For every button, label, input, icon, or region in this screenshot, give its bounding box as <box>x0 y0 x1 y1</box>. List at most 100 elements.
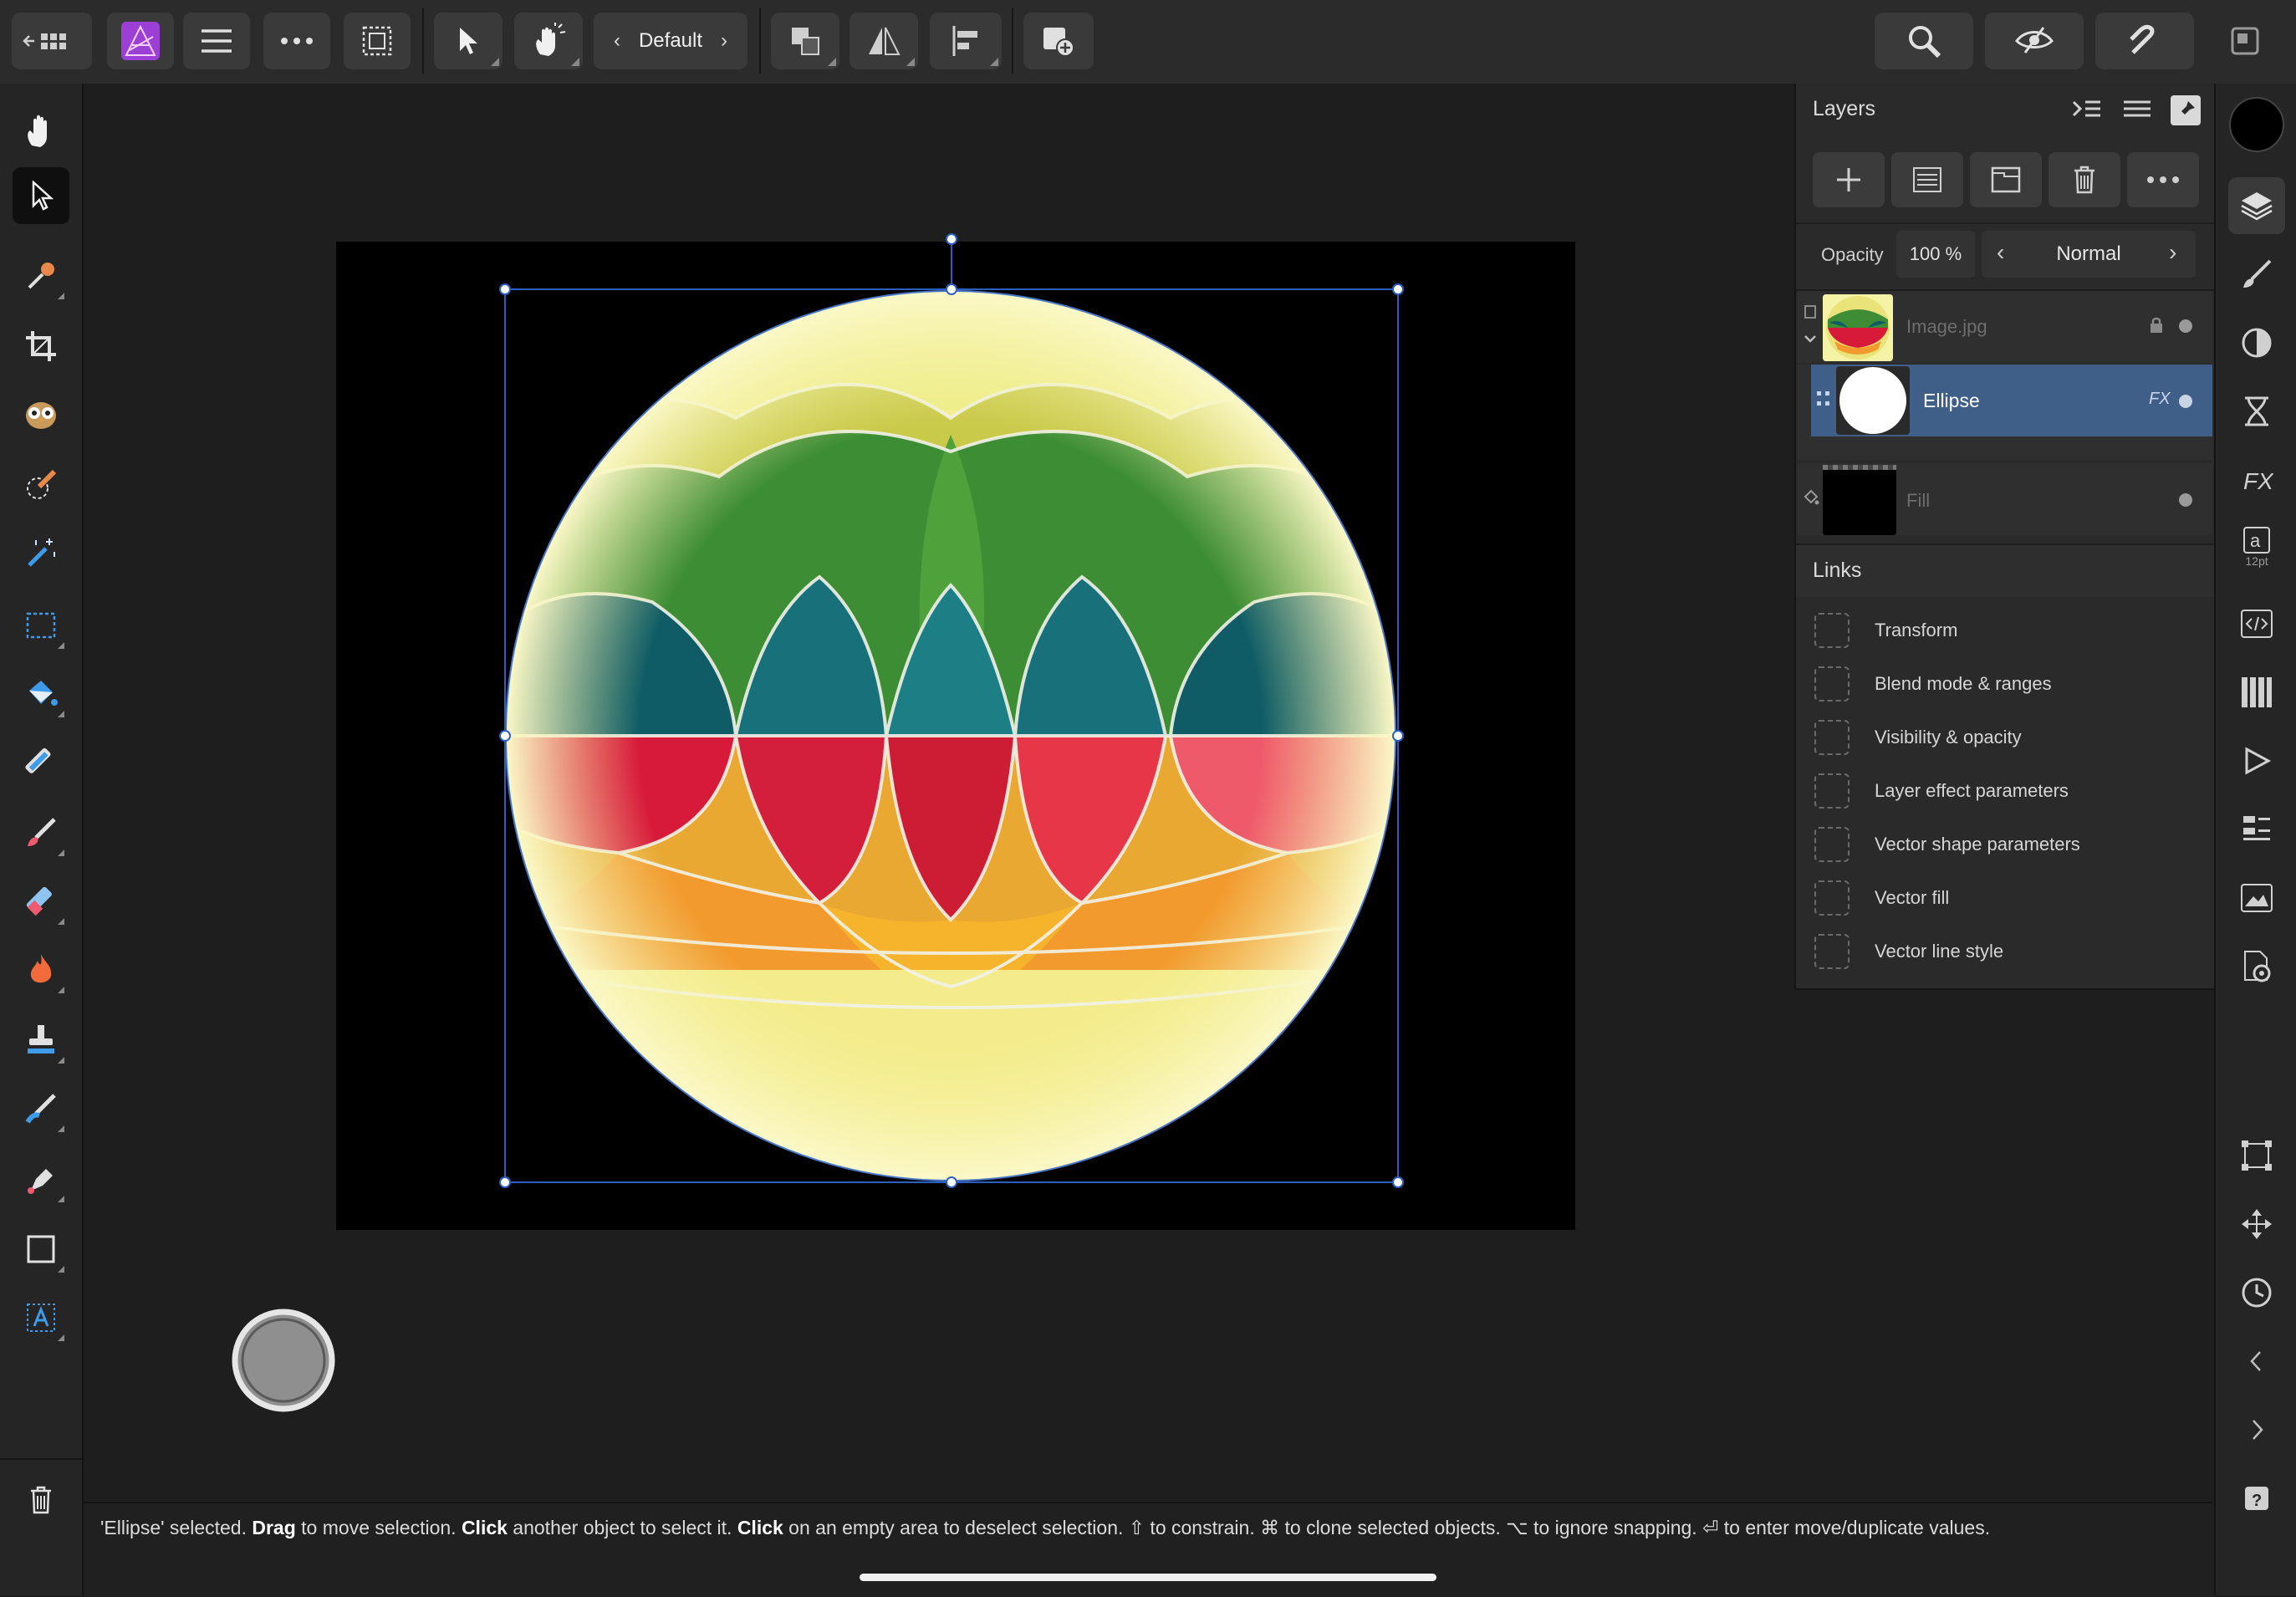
visibility-dot[interactable] <box>2179 319 2192 333</box>
collapse-right-button[interactable] <box>2228 1401 2285 1458</box>
erase-brush-tool[interactable] <box>13 873 69 930</box>
layer-row-fill[interactable]: Fill <box>1798 463 2212 535</box>
menu-button[interactable] <box>183 13 250 69</box>
layer-options-button[interactable] <box>2127 152 2199 207</box>
move-studio-button[interactable] <box>2228 1196 2285 1253</box>
magic-wand-tool[interactable] <box>13 525 69 582</box>
link-transform[interactable]: Transform <box>1814 610 1957 651</box>
delete-button[interactable] <box>13 1472 69 1528</box>
rectangle-tool[interactable] <box>13 1221 69 1278</box>
link-vector-fill[interactable]: Vector fill <box>1814 878 1949 918</box>
link-checkbox[interactable] <box>1814 613 1850 648</box>
modifier-controller-button[interactable] <box>232 1309 335 1412</box>
visibility-dot[interactable] <box>2179 493 2192 507</box>
more-button[interactable] <box>263 13 330 69</box>
flood-fill-tool[interactable] <box>13 666 69 722</box>
resize-handle[interactable] <box>946 283 957 295</box>
help-button[interactable]: ? <box>2228 1470 2285 1527</box>
link-visibility-opacity[interactable]: Visibility & opacity <box>1814 717 2022 758</box>
snapping-button[interactable] <box>2095 13 2194 69</box>
fx-studio-button[interactable]: FX <box>2228 452 2285 508</box>
zoom-button[interactable] <box>1875 13 1973 69</box>
move-tool[interactable] <box>13 167 69 224</box>
paint-brush-tool[interactable] <box>13 804 69 861</box>
smudge-brush-tool[interactable] <box>13 1080 69 1137</box>
resize-handle[interactable] <box>946 1176 957 1188</box>
selection-button[interactable] <box>344 13 411 69</box>
link-checkbox[interactable] <box>1814 720 1850 755</box>
link-layer-effects[interactable]: Layer effect parameters <box>1814 771 2069 811</box>
panel-menu-button[interactable] <box>2122 97 2152 124</box>
chevron-right-icon[interactable]: › <box>2169 239 2176 266</box>
snapshots-studio-button[interactable] <box>2228 1264 2285 1321</box>
swatches-studio-button[interactable] <box>2228 664 2285 721</box>
window-button[interactable] <box>2224 20 2266 62</box>
persona-switcher[interactable]: ‹ Default › <box>594 13 747 69</box>
adjustments-studio-button[interactable] <box>2228 314 2285 371</box>
resize-handle[interactable] <box>499 730 511 742</box>
navigator-studio-button[interactable] <box>2228 870 2285 926</box>
link-vector-shape[interactable]: Vector shape parameters <box>1814 824 2080 865</box>
text-studio-button[interactable]: a 12pt <box>2228 518 2285 575</box>
crop-tool[interactable] <box>13 318 69 375</box>
resize-handle[interactable] <box>1392 730 1404 742</box>
transform-studio-button[interactable] <box>2228 801 2285 858</box>
selection-brush-tool[interactable] <box>13 386 69 443</box>
chevron-left-icon[interactable]: ‹ <box>614 29 620 53</box>
resize-handle[interactable] <box>1392 283 1404 295</box>
resize-handle[interactable] <box>1392 1176 1404 1188</box>
expand-layer-icon[interactable] <box>1803 301 1818 351</box>
add-mask-button[interactable] <box>1891 152 1963 207</box>
view-tool[interactable] <box>13 102 69 159</box>
move-tool-mode-button[interactable] <box>434 13 503 69</box>
document-canvas[interactable] <box>84 84 1794 1502</box>
view-mode-button[interactable] <box>1985 13 2084 69</box>
rotation-handle[interactable] <box>946 233 957 245</box>
gradient-tool[interactable] <box>13 734 69 791</box>
link-checkbox[interactable] <box>1814 827 1850 862</box>
node-tool-button[interactable] <box>2228 1127 2285 1184</box>
macros-studio-button[interactable] <box>2228 732 2285 789</box>
delete-layer-button[interactable] <box>2049 152 2120 207</box>
home-indicator[interactable] <box>860 1574 1436 1581</box>
marquee-tool[interactable] <box>13 597 69 654</box>
history-studio-button[interactable] <box>2228 383 2285 440</box>
brushes-studio-button[interactable] <box>2228 246 2285 303</box>
resize-handle[interactable] <box>499 283 511 295</box>
link-blend-mode[interactable]: Blend mode & ranges <box>1814 664 2052 704</box>
layers-studio-button[interactable] <box>2228 177 2285 234</box>
dodge-burn-tool[interactable] <box>13 941 69 998</box>
pin-panel-button[interactable] <box>2171 95 2201 125</box>
blend-mode-selector[interactable]: ‹ Normal › <box>1982 231 2196 278</box>
link-vector-line-style[interactable]: Vector line style <box>1814 931 2003 972</box>
clone-brush-tool[interactable] <box>13 1012 69 1069</box>
opacity-field[interactable]: 100 % <box>1896 231 1975 278</box>
fx-icon[interactable]: FX <box>2149 390 2171 409</box>
chevron-right-icon[interactable]: › <box>721 29 727 53</box>
add-layer-button[interactable] <box>1813 152 1885 207</box>
link-checkbox[interactable] <box>1814 773 1850 809</box>
lock-icon[interactable] <box>2149 316 2164 334</box>
canvas-area[interactable] <box>84 84 1794 1502</box>
link-checkbox[interactable] <box>1814 666 1850 702</box>
collapse-panel-button[interactable] <box>2072 97 2102 124</box>
pen-tool[interactable] <box>13 1151 69 1207</box>
artistic-text-tool[interactable] <box>13 1289 69 1346</box>
code-studio-button[interactable] <box>2228 595 2285 652</box>
flip-button[interactable] <box>850 13 918 69</box>
layer-row-ellipse[interactable]: Ellipse FX <box>1798 365 2212 436</box>
gesture-mode-button[interactable] <box>514 13 583 69</box>
link-checkbox[interactable] <box>1814 880 1850 916</box>
group-layers-button[interactable] <box>1970 152 2042 207</box>
insert-button[interactable] <box>1023 13 1094 69</box>
back-to-gallery-button[interactable] <box>12 13 92 69</box>
flood-select-tool[interactable] <box>13 457 69 513</box>
arrange-button[interactable] <box>771 13 839 69</box>
primary-color-swatch[interactable] <box>2229 97 2284 152</box>
collapse-left-button[interactable] <box>2228 1333 2285 1390</box>
layer-row-image[interactable]: Image.jpg <box>1798 291 2212 363</box>
visibility-dot[interactable] <box>2179 395 2192 408</box>
settings-studio-button[interactable] <box>2228 938 2285 995</box>
color-picker-tool[interactable] <box>13 247 69 304</box>
link-checkbox[interactable] <box>1814 934 1850 969</box>
